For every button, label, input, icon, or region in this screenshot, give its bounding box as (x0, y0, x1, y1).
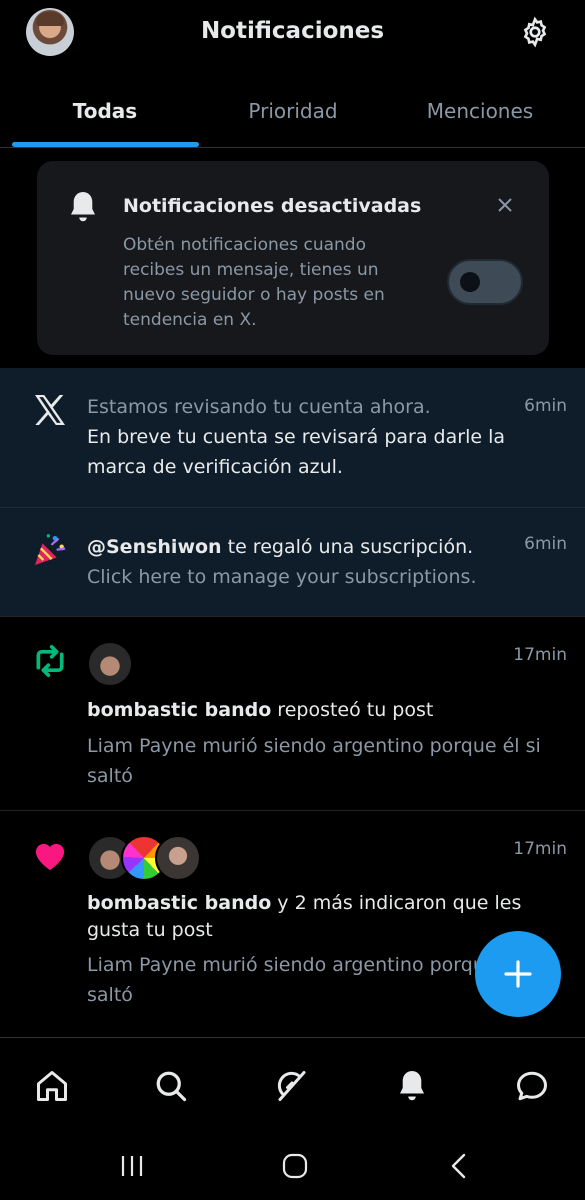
close-icon[interactable] (495, 195, 515, 215)
notification-action: reposteó tu post (271, 699, 434, 721)
notification-text: Estamos revisando tu cuenta ahora. En br… (87, 392, 557, 482)
user-avatar[interactable] (155, 835, 201, 881)
home-icon[interactable] (34, 1068, 70, 1104)
plus-icon (504, 960, 532, 988)
user-avatar[interactable] (87, 641, 133, 687)
notification-item[interactable]: 17min bombastic bando reposteó tu post L… (0, 617, 585, 810)
notification-text: @Senshiwon te regaló una suscripción. Cl… (87, 532, 557, 592)
recent-apps-icon[interactable] (117, 1151, 147, 1181)
notifications-disabled-banner: Notificaciones desactivadas Obtén notifi… (37, 161, 549, 355)
settings-gear-icon[interactable] (519, 16, 551, 48)
tab-menciones[interactable]: Menciones (387, 82, 573, 148)
notifications-toggle[interactable] (447, 259, 523, 305)
notification-body: En breve tu cuenta se revisará para darl… (87, 426, 505, 478)
tab-bar: Todas Prioridad Menciones (0, 82, 585, 148)
repost-icon (36, 645, 64, 677)
page-title: Notificaciones (200, 18, 385, 44)
party-popper-icon (35, 534, 66, 565)
back-icon[interactable] (444, 1151, 474, 1181)
heart-icon (35, 843, 65, 870)
notification-time: 17min (513, 839, 567, 859)
toggle-knob (460, 272, 480, 292)
notifications-icon[interactable] (394, 1068, 430, 1104)
messages-icon[interactable] (514, 1068, 550, 1104)
notification-headline: Estamos revisando tu cuenta ahora. (87, 396, 431, 418)
bell-icon (71, 192, 95, 222)
notification-item[interactable]: 6min @Senshiwon te regaló una suscripció… (0, 508, 585, 616)
system-navigation-bar (0, 1133, 585, 1200)
banner-title: Notificaciones desactivadas (123, 195, 422, 217)
home-button-icon[interactable] (280, 1151, 310, 1181)
notification-subtext: Click here to manage your subscriptions. (87, 566, 477, 588)
user-name[interactable]: bombastic bando (87, 699, 271, 721)
notification-text: bombastic bando reposteó tu post Liam Pa… (87, 695, 557, 791)
banner-body: Obtén notificaciones cuando recibes un m… (123, 235, 385, 330)
compose-post-button[interactable] (475, 931, 561, 1017)
post-snippet: Liam Payne murió siendo argentino porque… (87, 735, 541, 787)
search-icon[interactable] (153, 1068, 189, 1104)
grok-icon[interactable] (274, 1068, 310, 1104)
tab-prioridad[interactable]: Prioridad (200, 82, 386, 148)
notification-time: 17min (513, 645, 567, 665)
tab-todas[interactable]: Todas (12, 82, 198, 148)
notification-action: te regaló una suscripción. (221, 536, 474, 558)
bottom-navigation (0, 1037, 585, 1133)
user-name[interactable]: bombastic bando (87, 892, 271, 914)
top-bar: Notificaciones (0, 0, 585, 64)
active-tab-indicator (12, 142, 199, 147)
notification-item[interactable]: 6min Estamos revisando tu cuenta ahora. … (0, 368, 585, 507)
user-handle[interactable]: @Senshiwon (87, 536, 222, 558)
x-logo-icon (35, 395, 65, 425)
